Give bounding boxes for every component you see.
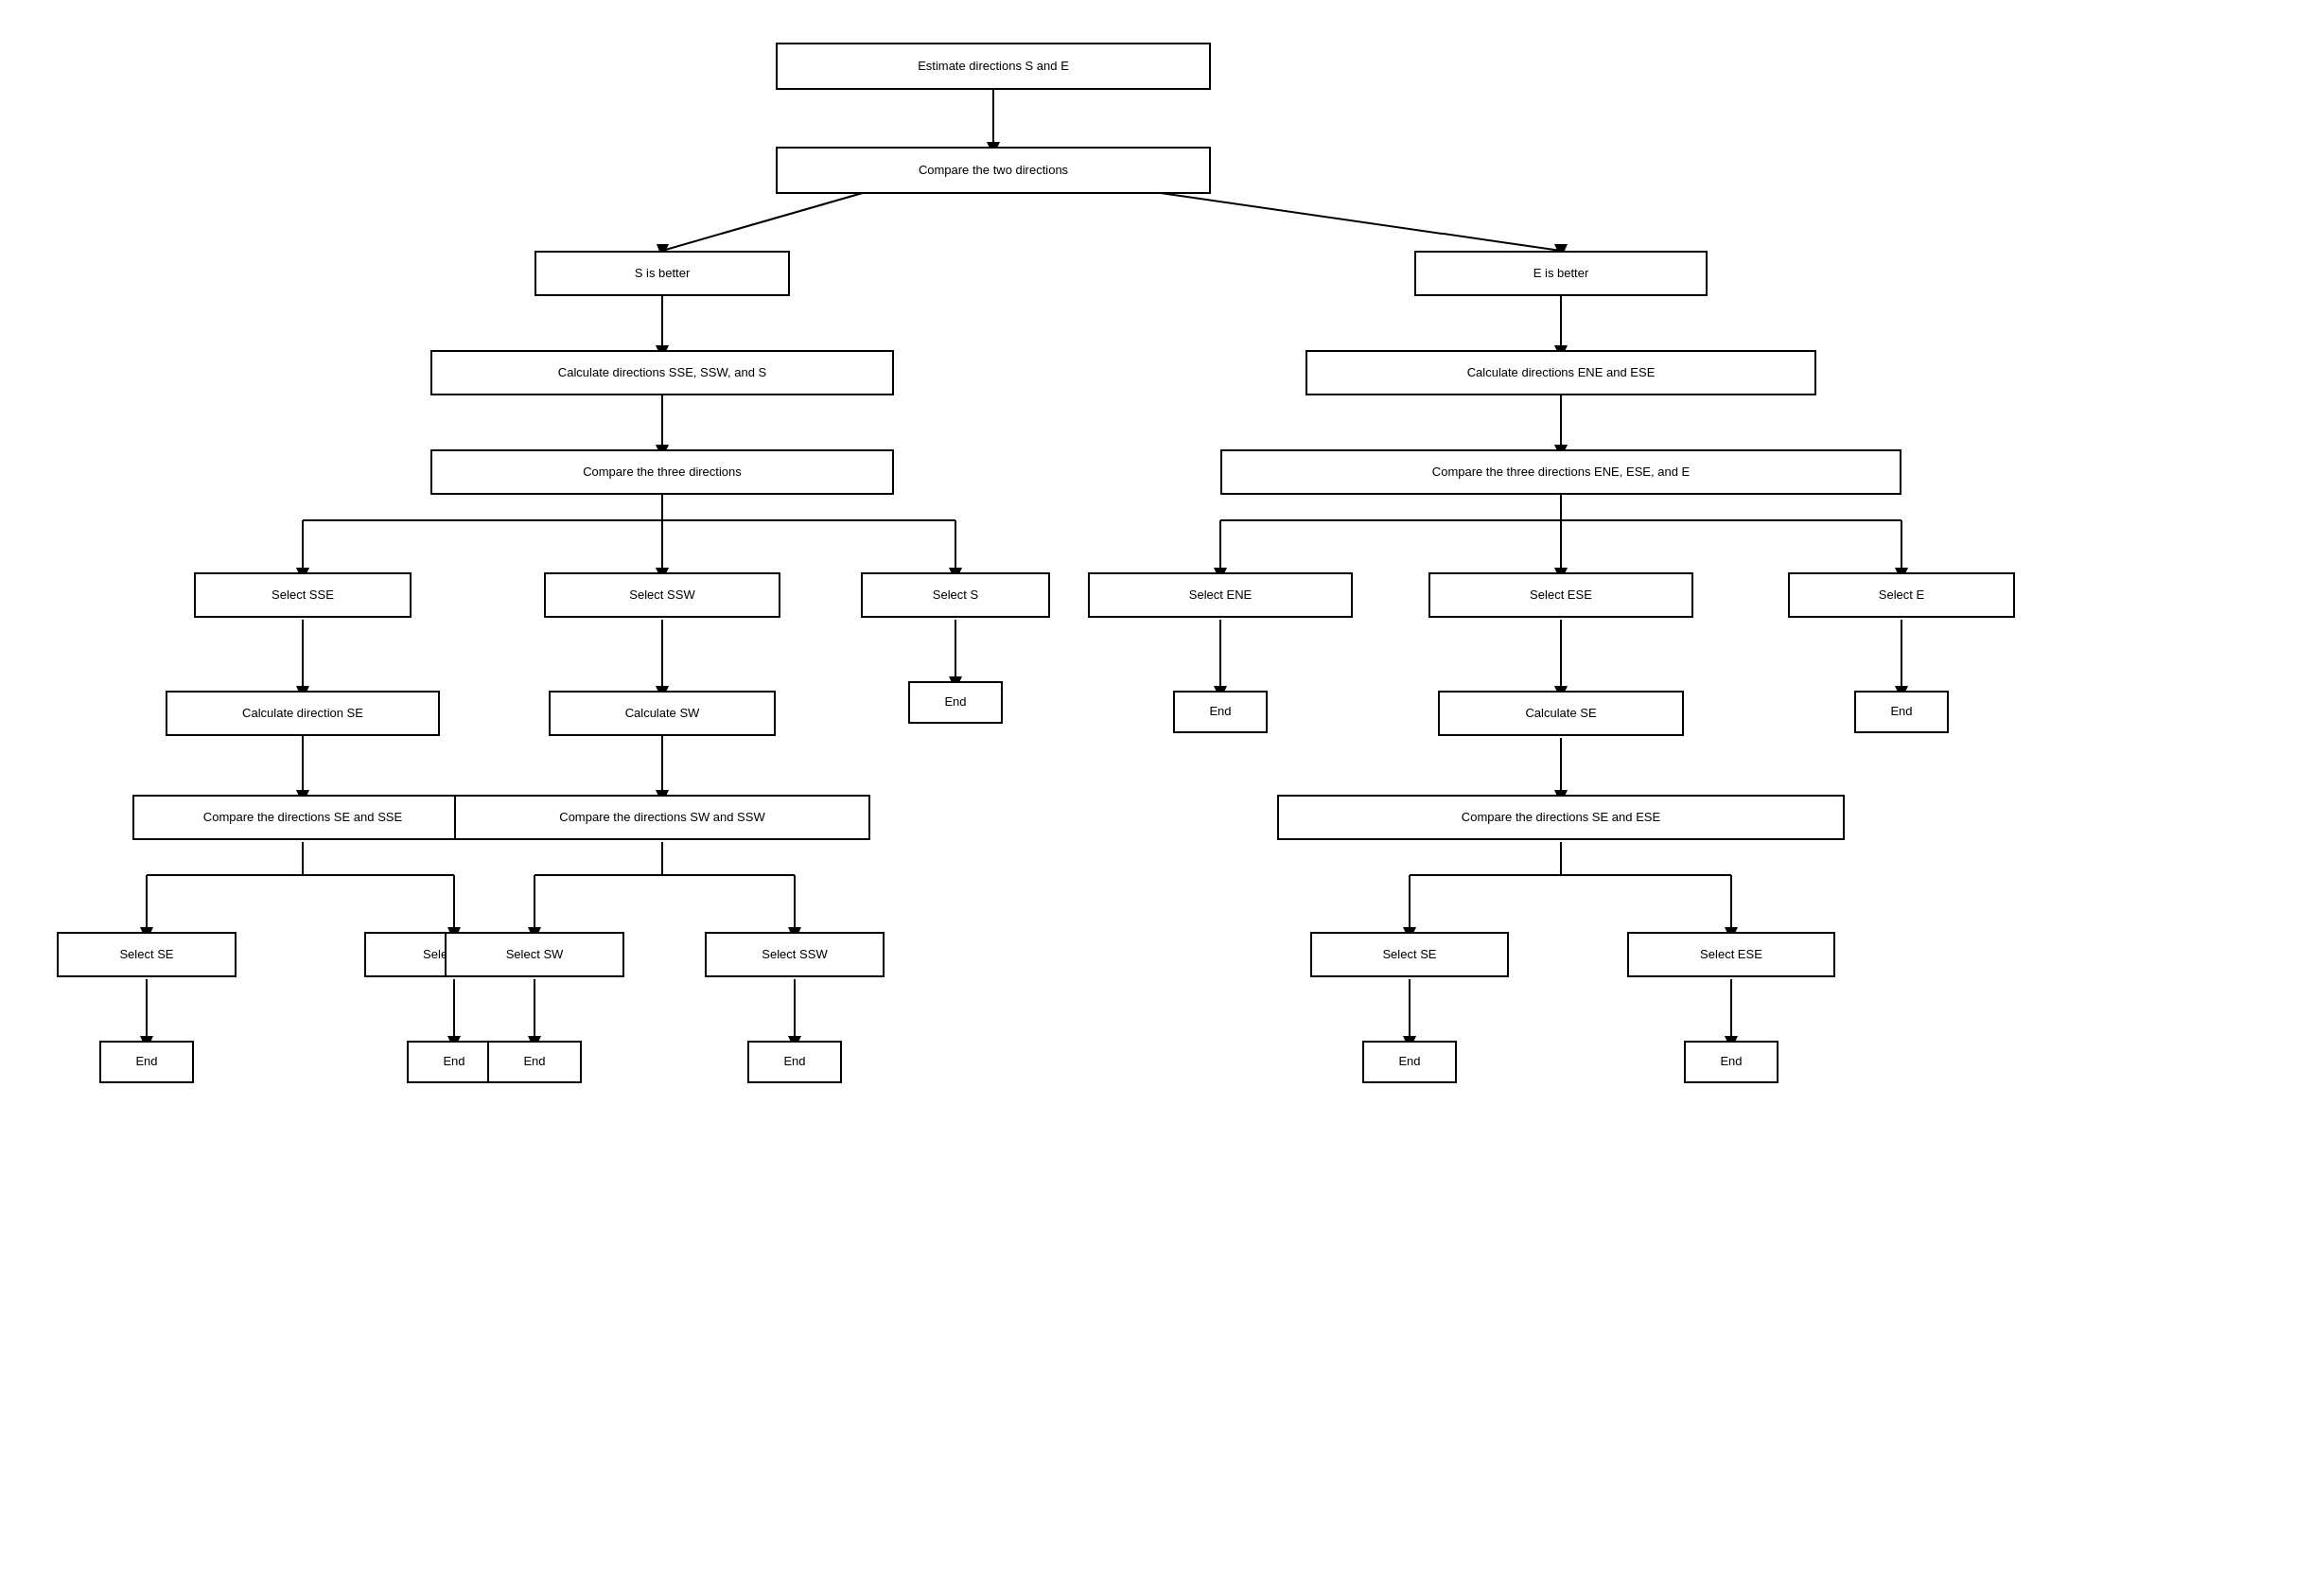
calc-sse-ssw-s-node: Calculate directions SSE, SSW, and S: [430, 350, 894, 395]
select-e-node: Select E: [1788, 572, 2015, 618]
select-sse-node: Select SSE: [194, 572, 412, 618]
select-s-node: Select S: [861, 572, 1050, 618]
compare-se-ese-node: Compare the directions SE and ESE: [1277, 795, 1845, 840]
select-ssw-node: Select SSW: [544, 572, 780, 618]
end-se-node: End: [99, 1041, 194, 1083]
end-ene-node: End: [1173, 691, 1268, 733]
end-se2-node: End: [1362, 1041, 1457, 1083]
calc-ene-ese-node: Calculate directions ENE and ESE: [1305, 350, 1816, 395]
calc-se2-node: Calculate SE: [1438, 691, 1684, 736]
select-sw-node: Select SW: [445, 932, 624, 977]
select-ssw2-node: Select SSW: [705, 932, 885, 977]
select-ene-node: Select ENE: [1088, 572, 1353, 618]
estimate-node: Estimate directions S and E: [776, 43, 1211, 90]
compare-se-sse-node: Compare the directions SE and SSE: [132, 795, 473, 840]
end-ssw2-node: End: [747, 1041, 842, 1083]
select-ese-node: Select ESE: [1428, 572, 1693, 618]
select-ese2-node: Select ESE: [1627, 932, 1835, 977]
select-se2-node: Select SE: [1310, 932, 1509, 977]
end-e-node: End: [1854, 691, 1949, 733]
compare-sw-ssw-node: Compare the directions SW and SSW: [454, 795, 870, 840]
select-se-left-node: Select SE: [57, 932, 237, 977]
e-better-node: E is better: [1414, 251, 1708, 296]
calc-se-node: Calculate direction SE: [166, 691, 440, 736]
end-sw-node: End: [487, 1041, 582, 1083]
compare-three-s-node: Compare the three directions: [430, 449, 894, 495]
end-ese2-node: End: [1684, 1041, 1779, 1083]
s-better-node: S is better: [534, 251, 790, 296]
flowchart: Estimate directions S and E Compare the …: [0, 0, 2313, 1596]
end-s-node: End: [908, 681, 1003, 724]
compare-two-node: Compare the two directions: [776, 147, 1211, 194]
compare-ene-ese-e-node: Compare the three directions ENE, ESE, a…: [1220, 449, 1901, 495]
calc-sw-node: Calculate SW: [549, 691, 776, 736]
